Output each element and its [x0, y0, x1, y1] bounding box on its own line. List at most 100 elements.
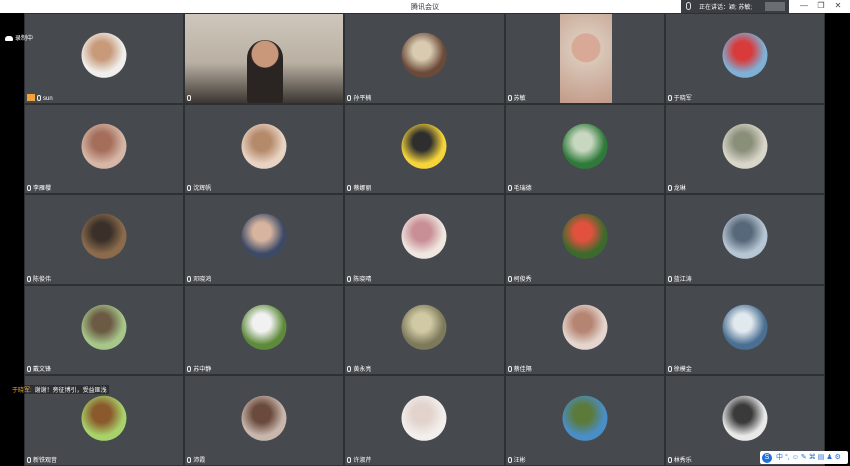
participant-tile[interactable]: 黄永亮 [344, 284, 505, 376]
ime-tool-icon[interactable]: °, [785, 454, 790, 461]
participant-tile[interactable]: 沈辉帆 [184, 103, 345, 195]
participant-tile[interactable]: 龙琳 [664, 103, 825, 195]
ime-tool-icon[interactable]: ⚙ [835, 454, 841, 461]
participant-name-label: 黄永亮 [353, 367, 372, 374]
mic-status-icon [667, 185, 672, 192]
participant-tile[interactable]: 陈俊伟 [24, 194, 185, 285]
participant-name: 沛霞 [187, 455, 205, 464]
red-cap-avatar [722, 33, 768, 79]
room-avatar [562, 304, 608, 350]
participant-name: 许淑芹 [347, 455, 371, 464]
restore-button[interactable]: ❐ [815, 1, 827, 10]
ime-tool-icon[interactable]: ☺ [792, 454, 799, 461]
participant-tile[interactable]: 徐模金 [664, 284, 825, 376]
person-silhouette-icon [247, 40, 284, 103]
portrait-avatar [241, 214, 287, 260]
chat-bubble: 于晓军: 谢谢！旁征博引，受益匪浅 [10, 385, 109, 394]
participant-name: 孙平楠 [347, 93, 371, 102]
participant-tile[interactable]: 邓晓鸿 [184, 194, 345, 285]
heart-hands-avatar [401, 395, 447, 441]
mic-status-icon [507, 185, 512, 192]
participant-name-label: 戴文锋 [33, 367, 52, 374]
participant-name-label: 孙平楠 [353, 95, 372, 102]
participant-name-label: 蔡娜丽 [353, 186, 372, 193]
participant-name: 戴文锋 [27, 364, 51, 373]
patton-text-avatar [722, 395, 768, 441]
participant-name: 黄永亮 [347, 364, 371, 373]
participant-tile[interactable]: 汪彬 [504, 375, 665, 466]
participant-name-label: 林秀乐 [673, 457, 692, 464]
participant-tile[interactable]: 蔡娜丽 [344, 103, 505, 195]
recording-label: 录制中 [15, 36, 34, 42]
mic-status-icon [507, 94, 512, 101]
speaker-thumbnail [765, 2, 785, 11]
child-photo-avatar [81, 123, 127, 169]
participant-name: 苏中静 [187, 364, 211, 373]
participant-tile[interactable]: 沛霞 [184, 375, 345, 466]
participant-tile[interactable]: 李雁櫻 [24, 103, 185, 195]
statue-avatar [401, 304, 447, 350]
ime-tool-icon[interactable]: ✎ [801, 454, 807, 461]
input-method-toolbar[interactable]: S 中 °, ☺ ✎ ⌘ ▤ ♟ ⚙ [760, 451, 848, 464]
chat-message: 谢谢！旁征博引，受益匪浅 [34, 388, 107, 394]
participant-name: 毛瑞德 [507, 183, 532, 192]
hand-avatar [241, 123, 287, 169]
mic-status-icon [667, 456, 672, 463]
mic-status-icon [667, 366, 672, 373]
ime-tool-icon[interactable]: 中 [776, 454, 783, 461]
mic-status-icon [347, 94, 352, 101]
ime-tool-icon[interactable]: ♟ [826, 454, 832, 461]
mic-status-icon [667, 94, 672, 101]
minimize-button[interactable]: — [798, 1, 810, 10]
participant-tile[interactable]: 柯俊秀 [504, 194, 665, 285]
flower-avatar [562, 214, 608, 260]
participant-tile[interactable]: 苏中静 [184, 284, 345, 376]
right-margin [825, 13, 850, 466]
participant-tile[interactable]: 苏敏 [504, 13, 665, 104]
participant-tile[interactable]: 蔡佳隔 [504, 284, 665, 376]
mic-status-icon [507, 456, 512, 463]
participant-name: 陈俊伟 [27, 274, 51, 283]
participant-tile[interactable]: 陈晓晴 [344, 194, 505, 285]
mountain-sea-avatar [562, 395, 608, 441]
mic-status-icon [187, 94, 192, 101]
participant-tile[interactable]: 孙平楠 [344, 13, 505, 104]
mic-status-icon [27, 366, 31, 373]
participant-tile[interactable]: 蓝江涛 [664, 194, 825, 285]
participant-name: 蓝江涛 [667, 274, 692, 283]
participant-name: sun [27, 93, 53, 102]
participant-name: 蔡娜丽 [347, 183, 371, 192]
participant-name: 苏敏 [507, 93, 526, 102]
participant-name-label: 龙琳 [673, 186, 686, 193]
participant-name-label: 苏中静 [193, 367, 212, 374]
participant-tile[interactable]: 于晓军 [664, 13, 825, 104]
microphone-icon [686, 2, 691, 10]
close-button[interactable]: ✕ [832, 1, 844, 10]
mic-status-icon [27, 275, 31, 282]
phone-photo-avatar [241, 395, 287, 441]
mic-status-icon [187, 275, 192, 282]
participant-tile[interactable]: 许淑芹 [344, 375, 505, 466]
colorful-photo-avatar [401, 33, 447, 79]
participant-tile[interactable]: sun [24, 13, 185, 104]
participant-name: 陈晓晴 [347, 274, 371, 283]
mic-status-icon [187, 366, 192, 373]
title-bar: 腾讯会议 正在讲话：颖; 苏敏; — ❐ ✕ [0, 0, 850, 13]
participant-name-label: 蔡佳隔 [513, 367, 532, 374]
cyclist-avatar [81, 304, 127, 350]
sogou-logo-icon[interactable]: S [762, 453, 772, 463]
participant-name-label: 邓晓鸿 [193, 276, 212, 283]
participant-name: 沈辉帆 [187, 183, 211, 192]
participant-name: 林秀乐 [667, 455, 692, 464]
ime-tool-icon[interactable]: ⌘ [809, 454, 816, 461]
lake-avatar [722, 304, 768, 350]
participant-tile[interactable]: 毛瑞德 [504, 103, 665, 195]
chat-sender: 于晓军: [12, 388, 32, 394]
participant-name: 李雁櫻 [27, 183, 51, 192]
participant-tile[interactable] [184, 13, 345, 104]
family-photo-avatar [401, 214, 447, 260]
participant-name-label: sun [43, 95, 53, 102]
video-feed [559, 14, 612, 103]
ime-tool-icon[interactable]: ▤ [818, 454, 825, 461]
participant-tile[interactable]: 戴文锋 [24, 284, 185, 376]
